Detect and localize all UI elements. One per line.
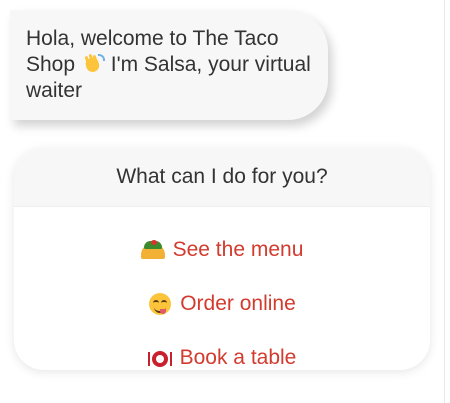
quick-replies-prompt: What can I do for you? xyxy=(14,148,430,207)
book-table-label: Book a table xyxy=(179,346,297,369)
bot-message-bubble: Hola, welcome to The Taco Shop I'm Salsa… xyxy=(10,10,328,120)
see-menu-button[interactable]: See the menu xyxy=(140,223,304,277)
right-divider xyxy=(444,0,445,403)
order-online-button[interactable]: Order online xyxy=(148,277,296,331)
quick-replies-options: See the menu Order online Book a table xyxy=(14,207,430,370)
order-online-label: Order online xyxy=(180,292,296,315)
waving-hand-icon xyxy=(83,53,105,74)
book-table-button[interactable]: Book a table xyxy=(147,331,297,370)
see-menu-label: See the menu xyxy=(172,238,304,261)
taco-icon xyxy=(140,239,165,261)
plate-with-cutlery-icon xyxy=(147,347,172,369)
face-savoring-food-icon xyxy=(148,293,172,315)
quick-replies-card: What can I do for you? See the menu Orde… xyxy=(14,148,430,370)
